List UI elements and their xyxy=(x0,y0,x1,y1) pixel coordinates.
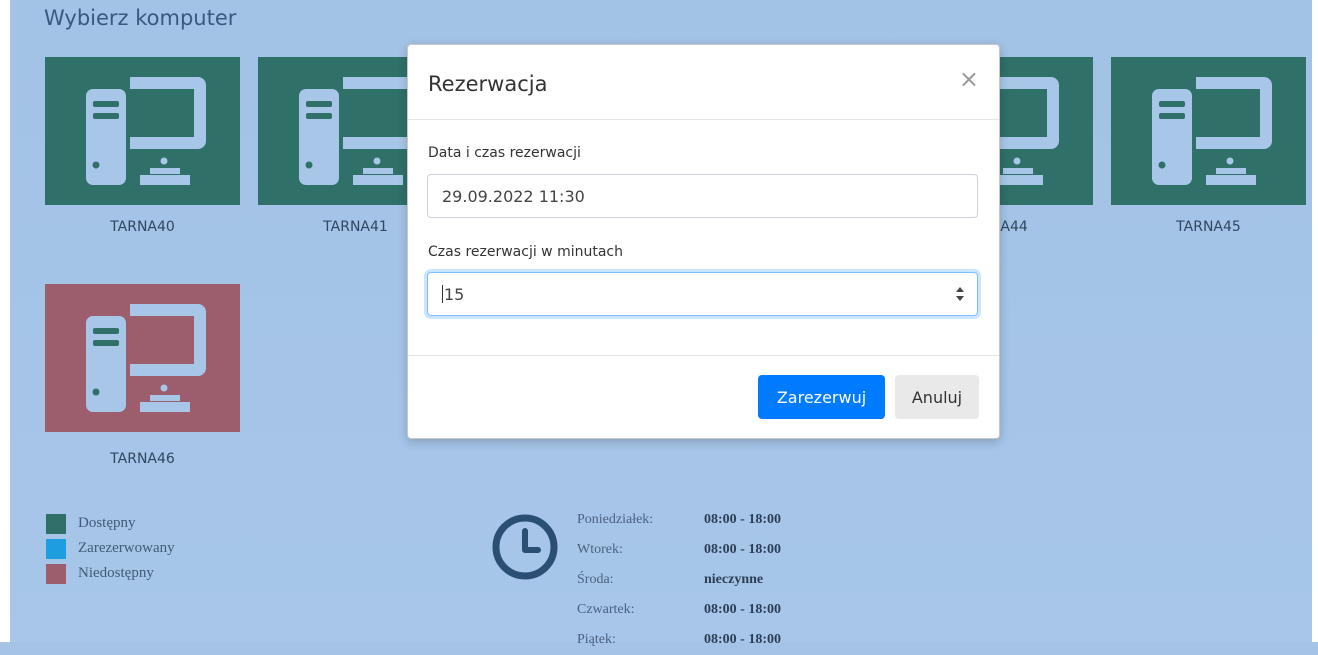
computer-tile-tarna40[interactable] xyxy=(45,57,240,205)
hours-day: Czwartek: xyxy=(577,602,635,617)
computer-label-tarna45: TARNA45 xyxy=(1176,219,1241,235)
computer-tile-tarna45[interactable] xyxy=(1111,57,1306,205)
hours-row: Środa: nieczynne xyxy=(577,565,781,595)
spin-up-icon[interactable] xyxy=(956,287,964,292)
hours-day: Środa: xyxy=(577,572,614,587)
text-caret xyxy=(442,285,443,303)
hours-time: nieczynne xyxy=(704,572,764,587)
opening-hours: Poniedziałek: 08:00 - 18:00 Wtorek: 08:0… xyxy=(577,505,781,655)
legend-item-available: Dostępny xyxy=(46,511,175,536)
computer-label-tarna46: TARNA46 xyxy=(110,451,175,467)
computer-icon xyxy=(1151,77,1272,185)
left-margin xyxy=(0,0,10,642)
legend-swatch-unavailable xyxy=(46,563,66,584)
status-legend: Dostępny Zarezerwowany Niedostępny xyxy=(46,511,175,586)
computer-tile-tarna46[interactable] xyxy=(45,284,240,432)
duration-label: Czas rezerwacji w minutach xyxy=(428,244,623,260)
hours-time: 08:00 - 18:00 xyxy=(704,542,781,557)
hours-row: Czwartek: 08:00 - 18:00 xyxy=(577,595,781,625)
hours-time: 08:00 - 18:00 xyxy=(704,632,781,647)
reservation-modal: Rezerwacja × Data i czas rezerwacji 29.0… xyxy=(407,44,1000,439)
modal-footer: Zarezerwuj Anuluj xyxy=(408,356,999,438)
hours-row: Wtorek: 08:00 - 18:00 xyxy=(577,535,781,565)
legend-label: Zarezerwowany xyxy=(78,540,175,556)
modal-header: Rezerwacja × xyxy=(408,45,999,120)
computer-icon xyxy=(85,77,206,185)
cancel-button[interactable]: Anuluj xyxy=(895,375,979,419)
hours-row: Poniedziałek: 08:00 - 18:00 xyxy=(577,505,781,535)
clock-icon xyxy=(492,514,558,580)
page-title: Wybierz komputer xyxy=(44,6,237,30)
legend-label: Niedostępny xyxy=(78,565,154,581)
hours-day: Poniedziałek: xyxy=(577,512,654,527)
legend-item-reserved: Zarezerwowany xyxy=(46,536,175,561)
computer-label-tarna40: TARNA40 xyxy=(110,219,175,235)
computer-icon xyxy=(85,304,206,412)
date-value: 29.09.2022 11:30 xyxy=(442,186,585,206)
right-margin xyxy=(1312,0,1318,642)
modal-body: Data i czas rezerwacji 29.09.2022 11:30 … xyxy=(408,120,999,356)
reserve-button[interactable]: Zarezerwuj xyxy=(758,375,885,419)
legend-label: Dostępny xyxy=(78,515,136,531)
duration-value: 15 xyxy=(444,284,465,304)
close-icon[interactable]: × xyxy=(959,65,979,93)
legend-item-unavailable: Niedostępny xyxy=(46,561,175,586)
computer-icon xyxy=(298,77,419,185)
modal-title: Rezerwacja xyxy=(428,72,548,96)
hours-time: 08:00 - 18:00 xyxy=(704,602,781,617)
hours-row: Piątek: 08:00 - 18:00 xyxy=(577,625,781,655)
spin-down-icon[interactable] xyxy=(956,296,964,301)
legend-swatch-available xyxy=(46,513,66,534)
legend-swatch-reserved xyxy=(46,538,66,559)
duration-field[interactable]: 15 xyxy=(427,272,978,316)
hours-day: Piątek: xyxy=(577,632,616,647)
date-label: Data i czas rezerwacji xyxy=(428,145,581,161)
date-field[interactable]: 29.09.2022 11:30 xyxy=(427,174,978,218)
number-spinner-icon[interactable] xyxy=(955,285,965,305)
hours-day: Wtorek: xyxy=(577,542,623,557)
hours-time: 08:00 - 18:00 xyxy=(704,512,781,527)
